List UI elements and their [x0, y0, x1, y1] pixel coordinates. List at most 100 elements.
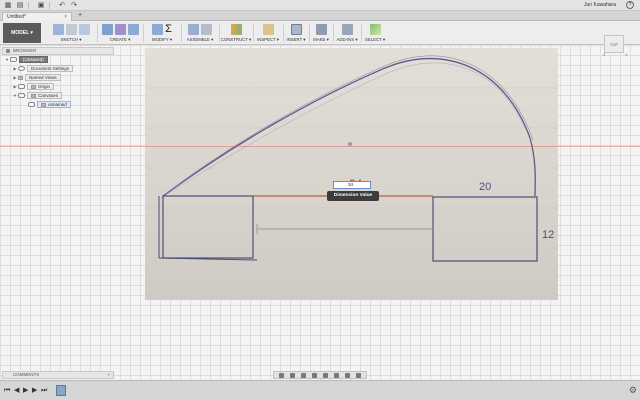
navigation-toolbar: [273, 371, 367, 379]
comments-panel[interactable]: COMMENTS +: [2, 371, 114, 379]
browser-item-label: Canvases: [38, 93, 59, 98]
make-group[interactable]: MAKE ▾: [310, 22, 332, 44]
visibility-icon[interactable]: [10, 57, 17, 62]
add-ins-group[interactable]: ADD-INS ▾: [334, 22, 360, 44]
browser-item-root[interactable]: ▼ (Unsaved): [2, 55, 114, 64]
separator: [49, 1, 50, 9]
display-settings-icon[interactable]: [334, 372, 339, 378]
sketch-label-20: 20: [479, 181, 491, 193]
first-step-icon[interactable]: ⏮: [4, 387, 10, 394]
browser-item-document-settings[interactable]: ▶ Document Settings: [2, 64, 114, 73]
dimension-input[interactable]: 34: [333, 181, 371, 189]
view-cube[interactable]: TOP: [604, 35, 624, 53]
z-axis-label: Z: [603, 52, 606, 57]
finish-sketch-icon[interactable]: [65, 23, 77, 35]
sketch-drawing: 34 20 12: [145, 55, 558, 262]
insert-label: INSERT ▾: [286, 37, 306, 42]
user-name[interactable]: Jun Kawahara: [584, 2, 616, 8]
viewports-icon[interactable]: [356, 372, 361, 378]
document-tab[interactable]: Untitled* ×: [2, 12, 72, 21]
pan-icon[interactable]: [301, 372, 306, 378]
timeline-settings-icon[interactable]: ⚙: [629, 386, 637, 395]
canvas-node[interactable]: unnamed: [37, 101, 71, 108]
browser-item-label: Named Views: [29, 75, 57, 80]
collapse-icon[interactable]: [6, 49, 10, 53]
help-button[interactable]: ?: [626, 1, 634, 9]
image-icon: [41, 102, 46, 107]
browser-item-canvases[interactable]: ▼ Canvases: [2, 91, 114, 100]
visibility-icon[interactable]: [18, 93, 25, 98]
box-icon[interactable]: [127, 23, 139, 35]
ribbon-toolbar: MODEL ▾ SKETCH ▾ CREATE ▾ Σ MODIFY ▾ ASS…: [0, 21, 640, 45]
insert-group[interactable]: INSERT ▾: [284, 22, 308, 44]
inspect-group[interactable]: INSPECT ▾: [254, 22, 282, 44]
comments-title: COMMENTS: [13, 372, 40, 377]
zoom-icon[interactable]: [312, 372, 317, 378]
visibility-icon[interactable]: [28, 102, 35, 107]
folder-icon: [18, 75, 23, 80]
next-step-icon[interactable]: ▶: [32, 387, 37, 394]
folder-icon: [31, 93, 36, 98]
sketch-icon[interactable]: [52, 23, 64, 35]
select-arrow-icon[interactable]: [369, 23, 381, 35]
create-group[interactable]: CREATE ▾: [98, 22, 142, 44]
play-icon[interactable]: ▶: [23, 387, 28, 394]
gear-icon: [18, 66, 25, 71]
last-step-icon[interactable]: ⏭: [41, 387, 47, 394]
close-tab-icon[interactable]: ×: [64, 13, 67, 21]
browser-item-canvas[interactable]: unnamed: [2, 100, 114, 109]
construct-group[interactable]: CONSTRUCT ▾: [220, 22, 252, 44]
origin-node[interactable]: Origin: [27, 83, 55, 90]
orbit-icon[interactable]: [279, 372, 284, 378]
measure-icon[interactable]: [262, 23, 274, 35]
redo-icon[interactable]: ↷: [70, 2, 78, 9]
previous-step-icon[interactable]: ◀: [14, 387, 19, 394]
x-axis-line: [0, 146, 640, 147]
rectangle-icon[interactable]: [78, 23, 90, 35]
title-bar: ▦ ▤ ▣ ↶ ↷ Jun Kawahara ?: [0, 0, 640, 11]
named-views-node[interactable]: Named Views: [25, 74, 61, 81]
canvases-node[interactable]: Canvases: [27, 92, 63, 99]
app-menu-icon[interactable]: ▦: [4, 2, 12, 9]
add-comment-icon[interactable]: +: [107, 372, 110, 378]
undo-icon[interactable]: ↶: [58, 2, 66, 9]
revolve-icon[interactable]: [114, 23, 126, 35]
document-settings-node[interactable]: Document Settings: [27, 65, 74, 72]
3d-print-icon[interactable]: [315, 23, 327, 35]
insert-image-icon[interactable]: [290, 23, 302, 35]
scripts-icon[interactable]: [341, 23, 353, 35]
browser-item-origin[interactable]: ▶ Origin: [2, 82, 114, 91]
sigma-icon[interactable]: Σ: [165, 23, 172, 35]
file-icon[interactable]: ▤: [16, 2, 24, 9]
save-icon[interactable]: ▣: [37, 2, 45, 9]
visibility-icon[interactable]: [18, 84, 25, 89]
assemble-label: ASSEMBLE ▾: [186, 37, 214, 42]
component-icon[interactable]: [188, 23, 199, 35]
modify-label: MODIFY ▾: [152, 37, 172, 42]
document-tab-title: Untitled*: [7, 14, 26, 20]
timeline: ⏮ ◀ ▶ ▶ ⏭ ⚙: [0, 380, 640, 400]
browser-title: BROWSER: [13, 48, 37, 53]
sketch-label-12: 12: [542, 229, 554, 241]
browser-item-named-views[interactable]: ▶ Named Views: [2, 73, 114, 82]
root-component[interactable]: (Unsaved): [19, 56, 48, 63]
press-pull-icon[interactable]: [152, 23, 164, 35]
select-group[interactable]: SELECT ▾: [362, 22, 388, 44]
workspace-switcher[interactable]: MODEL ▾: [3, 23, 41, 43]
modify-group[interactable]: Σ MODIFY ▾: [144, 22, 180, 44]
offset-plane-icon[interactable]: [230, 23, 242, 35]
extrude-icon[interactable]: [101, 23, 113, 35]
sketch-group[interactable]: SKETCH ▾: [46, 22, 96, 44]
add-ins-label: ADD-INS ▾: [336, 37, 358, 42]
dimension-tooltip: Dimension Value: [327, 191, 379, 201]
assemble-group[interactable]: ASSEMBLE ▾: [182, 22, 218, 44]
timeline-feature-canvas[interactable]: [56, 385, 66, 396]
grid-settings-icon[interactable]: [345, 372, 350, 378]
look-at-icon[interactable]: [290, 372, 295, 378]
browser-header[interactable]: BROWSER: [2, 47, 114, 55]
make-label: MAKE ▾: [313, 37, 329, 42]
sketch-label: SKETCH ▾: [60, 37, 82, 42]
fit-icon[interactable]: [323, 372, 328, 378]
joint-icon[interactable]: [201, 23, 212, 35]
new-tab-button[interactable]: +: [78, 12, 82, 20]
